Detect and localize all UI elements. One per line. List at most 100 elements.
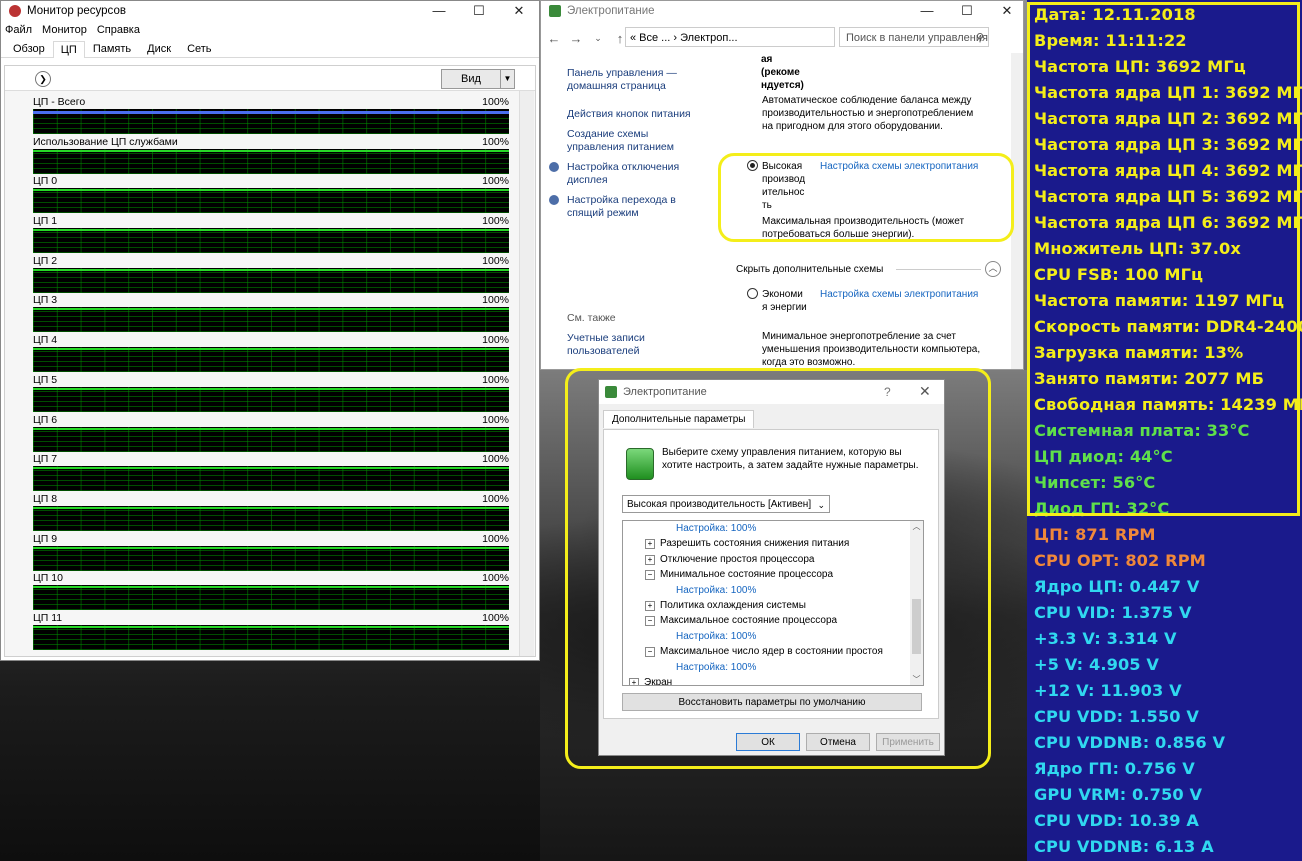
eco-plan-settings-link[interactable]: Настройка схемы электропитания	[820, 288, 978, 301]
menu-monitor[interactable]: Монитор	[42, 24, 87, 36]
collapse-icon[interactable]: −	[645, 647, 655, 658]
tree-node[interactable]: + Экран	[629, 676, 673, 686]
close-icon[interactable]: ✕	[919, 383, 931, 400]
tab-memory[interactable]: Память	[85, 40, 139, 57]
link-user-accounts[interactable]: Учетные записи пользователей	[567, 332, 677, 358]
tree-setting-value[interactable]: Настройка: 100%	[676, 630, 756, 643]
tab-network[interactable]: Сеть	[179, 40, 219, 57]
link-control-panel-home[interactable]: Панель управления — домашняя страница	[567, 67, 697, 93]
maximize-icon[interactable]: ☐	[947, 1, 987, 21]
sensor-reading: +12 V: 11.903 V	[1034, 681, 1182, 700]
tab-disk[interactable]: Диск	[139, 40, 179, 57]
chevron-down-icon: ⌄	[817, 500, 825, 510]
search-placeholder: Поиск в панели управления	[846, 32, 988, 44]
link-create-plan[interactable]: Создание схемы управления питанием	[567, 128, 707, 154]
tree-text: Максимальное число ядер в состоянии прос…	[660, 646, 883, 658]
restore-defaults-button[interactable]: Восстановить параметры по умолчанию	[622, 693, 922, 711]
back-icon[interactable]: ←	[545, 31, 563, 46]
cpu-graph: ЦП 8 100%	[29, 493, 513, 533]
expand-icon[interactable]: +	[645, 601, 655, 611]
power-icon	[549, 5, 561, 17]
usage-line	[33, 149, 509, 152]
collapse-icon[interactable]: ︿	[985, 261, 1001, 277]
view-label: Вид	[461, 73, 481, 85]
ok-button[interactable]: ОК	[736, 733, 800, 751]
minimize-icon[interactable]: —	[907, 1, 947, 21]
scroll-up-icon[interactable]: ︿	[910, 521, 923, 532]
dialog-tabs: Дополнительные параметры	[603, 410, 755, 430]
usage-line	[33, 387, 509, 390]
cancel-button[interactable]: Отмена	[806, 733, 870, 751]
tree-setting-value[interactable]: Настройка: 100%	[676, 661, 756, 674]
help-button[interactable]: ?	[884, 385, 891, 399]
battery-icon	[626, 448, 654, 480]
tree-node[interactable]: − Максимальное число ядер в состоянии про…	[645, 645, 883, 658]
tab-advanced-settings[interactable]: Дополнительные параметры	[603, 410, 755, 428]
tree-setting-value[interactable]: Настройка: 100%	[676, 522, 756, 535]
tree-node[interactable]: − Максимальное состояние процессора	[645, 614, 837, 627]
eco-radio[interactable]	[747, 288, 761, 302]
expand-icon[interactable]: +	[645, 554, 655, 565]
cpu-graph-plot	[33, 624, 509, 650]
search-input[interactable]: Поиск в панели управления ⚲	[839, 27, 989, 47]
tree-text: Настройка: 100%	[676, 630, 757, 642]
tree-node[interactable]: + Политика охлаждения системы	[645, 599, 806, 612]
settings-tree[interactable]: ︿ ﹀ Настройка: 100% + Разрешить состояния …	[622, 520, 924, 686]
power-advanced-dialog: Электропитание ? ✕ Дополнительные параме…	[598, 379, 945, 756]
menu-file[interactable]: Файл	[5, 24, 32, 36]
tab-cpu[interactable]: ЦП	[52, 41, 85, 58]
tree-node[interactable]: − Минимальное состояние процессора	[645, 568, 833, 581]
menu-help[interactable]: Справка	[97, 24, 140, 36]
tab-overview[interactable]: Обзор	[5, 40, 53, 57]
cpu-graph-label: ЦП - Всего	[33, 96, 86, 108]
graphs-scrollbar[interactable]	[519, 91, 534, 656]
cpu-graph-label: ЦП 6	[33, 413, 58, 426]
sensor-reading: CPU OPT: 802 RPM	[1034, 551, 1206, 570]
cpu-graph-label: ЦП 5	[33, 373, 58, 386]
usage-line	[33, 348, 509, 351]
minimize-icon[interactable]: —	[419, 1, 459, 21]
cpu-graph-max: 100%	[482, 135, 509, 148]
link-sleep[interactable]: Настройка перехода в спящий режим	[567, 194, 697, 220]
apply-button[interactable]: Применить	[876, 733, 940, 751]
cpu-graph-label: ЦП 10	[33, 572, 63, 585]
usage-line	[33, 268, 509, 271]
tree-node[interactable]: + Разрешить состояния снижения питания	[645, 537, 849, 550]
expand-icon[interactable]: +	[645, 539, 655, 550]
sensor-reading: GPU VRM: 0.750 V	[1034, 785, 1203, 804]
cpu-graph-label: ЦП 8	[33, 492, 58, 505]
address-bar[interactable]: « Все ... › Электроп...	[625, 27, 835, 47]
radio-empty-icon	[747, 288, 758, 299]
tree-text: Экран	[644, 677, 673, 686]
sensor-reading: Ядро ЦП: 0.447 V	[1034, 577, 1200, 596]
cpu-graph-list: ЦП - Всего 100% Использование ЦП службами 1…	[29, 96, 513, 652]
tree-setting-value[interactable]: Настройка: 100%	[676, 584, 756, 597]
dialog-title: Электропитание	[623, 386, 707, 398]
close-icon[interactable]: ✕	[987, 1, 1023, 21]
tab-bar: Обзор ЦП Память Диск Сеть	[1, 39, 539, 58]
cpu-graph-max: 100%	[482, 294, 509, 307]
tree-node[interactable]: + Отключение простоя процессора	[645, 553, 814, 566]
sensor-reading: +5 V: 4.905 V	[1034, 655, 1160, 674]
maximize-icon[interactable]: ☐	[459, 1, 499, 21]
link-display-off[interactable]: Настройка отключения дисплея	[567, 161, 697, 187]
hide-plans-label: Скрыть дополнительные схемы	[736, 264, 884, 275]
close-icon[interactable]: ✕	[499, 1, 539, 21]
recent-chevron-icon[interactable]: ⌄	[589, 33, 607, 44]
tree-text: Минимальное состояние процессора	[660, 569, 834, 581]
expand-icon[interactable]: +	[629, 678, 639, 685]
plan-select[interactable]: Высокая производительность [Активен] ⌄	[622, 495, 830, 513]
cpu-graph: ЦП 2 100%	[29, 255, 513, 295]
collapse-icon[interactable]: −	[645, 616, 655, 627]
tree-scrollbar[interactable]: ︿ ﹀	[910, 521, 923, 685]
sensor-reading: +3.3 V: 3.314 V	[1034, 629, 1177, 648]
forward-icon[interactable]: →	[567, 31, 585, 46]
usage-line	[33, 546, 509, 549]
scroll-down-icon[interactable]: ﹀	[910, 674, 923, 685]
expand-icon[interactable]: ❯	[35, 71, 51, 87]
clock-icon	[549, 162, 559, 172]
view-dropdown[interactable]: Вид ▼	[441, 69, 515, 89]
collapse-icon[interactable]: −	[645, 570, 655, 581]
link-power-buttons[interactable]: Действия кнопок питания	[567, 108, 697, 121]
tree-scroll-thumb[interactable]	[912, 599, 921, 654]
